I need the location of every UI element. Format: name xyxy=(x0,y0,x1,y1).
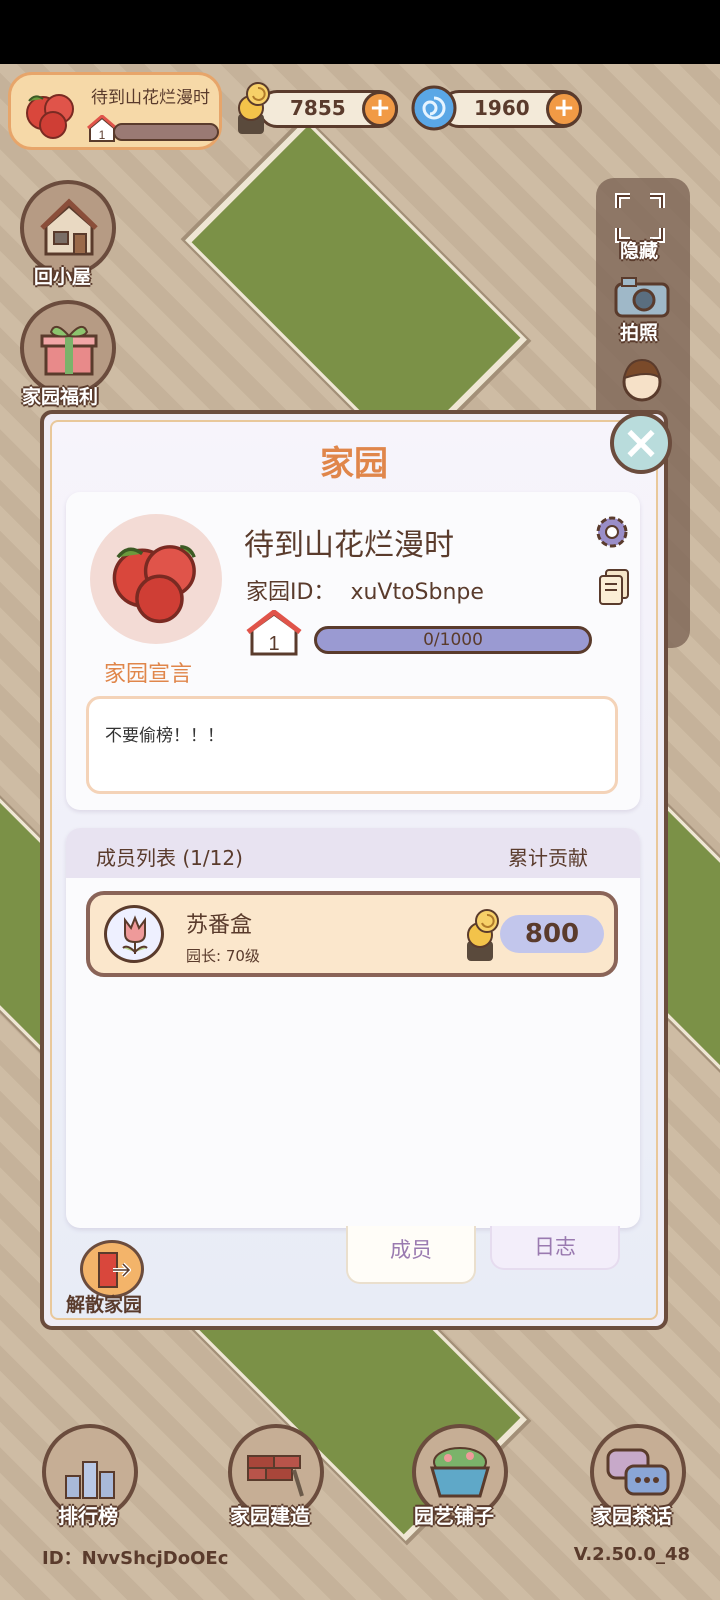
build-label: 家园建造 xyxy=(230,1504,310,1528)
tulip-icon xyxy=(122,915,148,954)
home-label: 回小屋 xyxy=(34,266,92,288)
dialog-garden-name: 待到山花烂漫时 xyxy=(244,528,454,563)
garden-level-bar xyxy=(113,123,219,141)
close-button[interactable]: × xyxy=(610,412,672,474)
snail-icon xyxy=(238,82,270,134)
garden-badge[interactable]: 待到山花烂漫时 1 xyxy=(8,72,222,150)
members-card: 成员列表 (1/12) 累计贡献 xyxy=(66,828,640,1228)
camera-icon[interactable] xyxy=(612,274,672,320)
disband-label: 解散家园 xyxy=(66,1294,143,1316)
members-header: 成员列表 (1/12) 累计贡献 xyxy=(66,828,640,878)
contribution-header: 累计贡献 xyxy=(508,846,588,870)
member-contribution: 800 xyxy=(500,915,604,953)
member-avatar xyxy=(104,905,164,963)
swirl-icon xyxy=(411,85,457,131)
svg-text:1: 1 xyxy=(99,128,106,142)
declaration-label: 家园宣言 xyxy=(104,662,193,687)
welfare-label: 家园福利 xyxy=(22,386,99,408)
declaration-text: 不要偷榜！！！ xyxy=(105,726,224,746)
planter-icon xyxy=(430,1447,490,1498)
bricks-icon xyxy=(247,1455,304,1497)
member-row[interactable]: 苏番盒 园长: 70级 800 xyxy=(86,891,618,977)
garden-id-row: 家园ID： xuVtoSbnpe xyxy=(246,574,484,606)
garden-progress-bar: 0/1000 xyxy=(314,626,592,654)
garden-id-value: xuVtoSbnpe xyxy=(350,580,484,605)
settings-gear-icon[interactable] xyxy=(592,512,632,552)
shop-label: 园艺铺子 xyxy=(414,1504,494,1528)
snail-icon xyxy=(467,909,499,961)
garden-name: 待到山花烂漫时 xyxy=(91,88,210,108)
chat-label: 家园茶话 xyxy=(592,1504,672,1528)
level-house-icon: 1 xyxy=(246,610,302,656)
level-number: 1 xyxy=(268,633,279,655)
photo-label: 拍照 xyxy=(620,322,659,344)
tab-log[interactable]: 日志 xyxy=(490,1226,620,1270)
snail-currency-value: 7855 xyxy=(290,96,346,120)
leaderboard-icon xyxy=(65,1461,115,1499)
swirl-currency-value: 1960 xyxy=(474,96,530,120)
garden-avatar xyxy=(90,514,222,644)
chat-bubble-icon xyxy=(606,1448,670,1496)
player-id: ID：NvvShcjDoOEc xyxy=(42,1548,229,1569)
member-name: 苏番盒 xyxy=(186,913,253,938)
rose-icon xyxy=(26,94,74,139)
snail-add-button[interactable]: + xyxy=(362,91,398,127)
member-role: 园长: 70级 xyxy=(186,947,260,965)
tab-members[interactable]: 成员 xyxy=(346,1226,476,1284)
gift-icon xyxy=(40,325,98,376)
members-count: 成员列表 (1/12) xyxy=(96,846,243,870)
status-bar xyxy=(0,0,720,64)
copy-icon[interactable] xyxy=(596,566,632,606)
version-label: V.2.50.0_48 xyxy=(573,1544,690,1565)
rose-icon xyxy=(112,545,196,624)
garden-id-label: 家园ID： xyxy=(246,580,336,605)
exit-door-icon xyxy=(98,1252,131,1288)
declaration-box: 不要偷榜！！！ xyxy=(86,696,618,794)
rank-label: 排行榜 xyxy=(58,1504,118,1528)
hide-label: 隐藏 xyxy=(620,240,659,262)
swirl-add-button[interactable]: + xyxy=(546,91,582,127)
house-icon xyxy=(40,198,98,256)
character-icon[interactable] xyxy=(616,354,668,406)
dialog-title: 家园 xyxy=(320,444,388,484)
